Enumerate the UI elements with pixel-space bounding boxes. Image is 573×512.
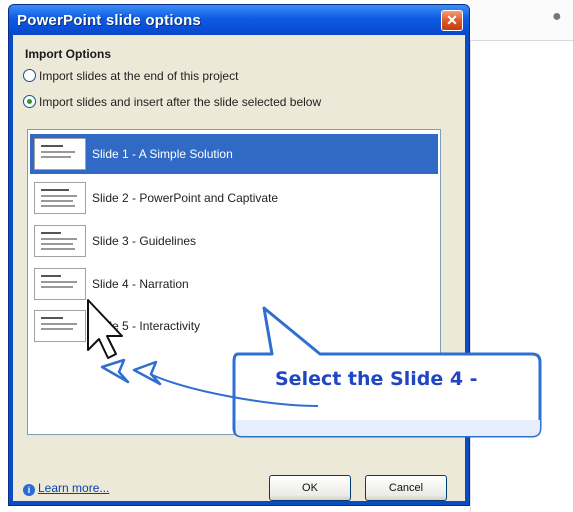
callout-overlay <box>87 299 542 438</box>
callout-arrowhead-icon <box>132 360 162 386</box>
callout-bubble-shade <box>235 420 540 436</box>
mouse-cursor-icon <box>87 299 123 359</box>
callout-arrowhead-icon <box>100 358 130 384</box>
callout-text: Select the Slide 4 - <box>275 368 478 390</box>
